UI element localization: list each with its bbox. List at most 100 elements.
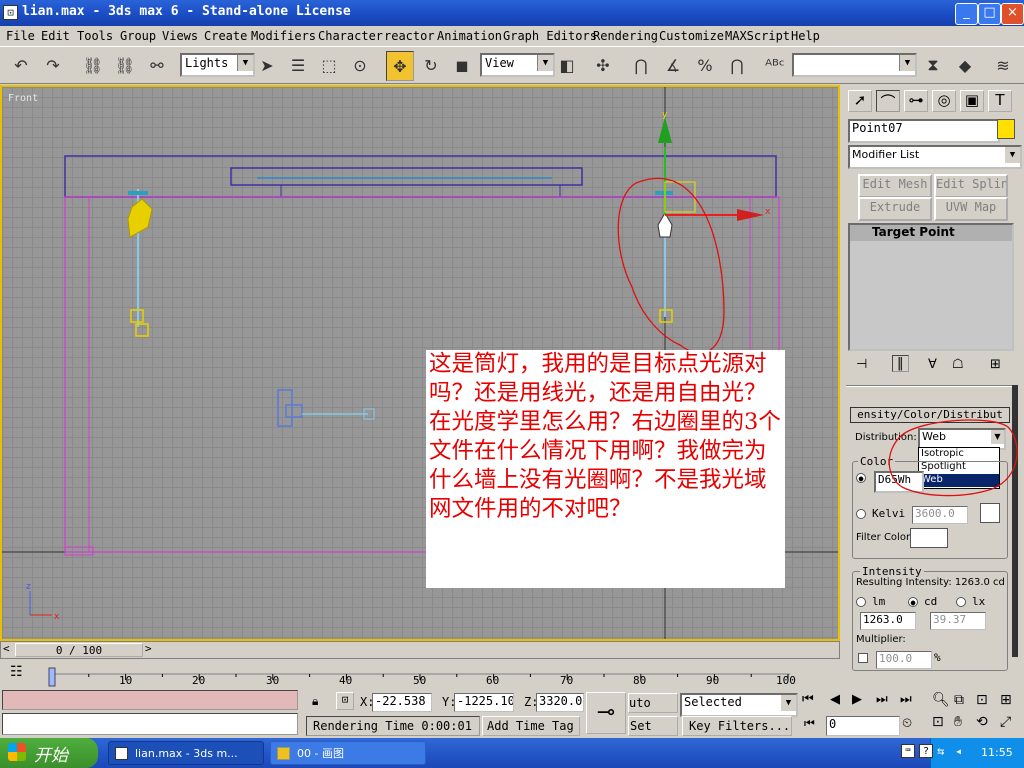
pin-stack-icon[interactable]: ⊣: [856, 357, 867, 372]
selection-filter-dropdown[interactable]: Lights ▼: [180, 53, 255, 77]
lx-radio[interactable]: [956, 597, 966, 607]
track-bar[interactable]: ☷ 0 10 20 30 40 50 60 70 80 90 100: [0, 660, 840, 688]
menu-customize[interactable]: Customize: [659, 29, 724, 43]
hierarchy-tab-icon[interactable]: ⊶: [904, 90, 928, 112]
window-crossing-icon[interactable]: ⊙: [347, 51, 373, 79]
percent-snap-icon[interactable]: %: [692, 51, 718, 79]
make-unique-icon[interactable]: ∀: [928, 357, 937, 372]
mirror-icon[interactable]: ⧗: [920, 51, 946, 79]
object-color-swatch[interactable]: [997, 119, 1015, 139]
modifier-stack[interactable]: Target Point: [848, 223, 1014, 351]
modify-tab-icon[interactable]: ⌒: [876, 90, 900, 112]
volume-icon[interactable]: ◂: [955, 744, 962, 758]
menu-graph-editors[interactable]: Graph Editors: [503, 29, 597, 43]
redo-icon[interactable]: ↷: [40, 51, 66, 79]
spinner-snap-icon[interactable]: ⋂: [724, 51, 750, 79]
display-tab-icon[interactable]: ▣: [960, 90, 984, 112]
menu-edit[interactable]: Edit: [41, 29, 70, 43]
select-link-icon[interactable]: ⛓: [80, 51, 106, 79]
named-selection-dropdown[interactable]: ▼: [792, 53, 917, 77]
menu-group[interactable]: Group: [120, 29, 156, 43]
time-config-icon[interactable]: ⏲: [902, 716, 912, 731]
remove-modifier-icon[interactable]: ☖: [952, 357, 964, 372]
key-filters-button[interactable]: Key Filters...: [682, 716, 792, 736]
lx-spinner[interactable]: 39.37: [930, 612, 986, 630]
go-to-start-icon[interactable]: ⏮: [802, 692, 814, 707]
arc-rotate-icon[interactable]: ⟲: [976, 714, 988, 730]
time-prev-icon[interactable]: <: [3, 642, 10, 655]
menu-tools[interactable]: Tools: [77, 29, 113, 43]
layer-manager-icon[interactable]: ≋: [990, 51, 1016, 79]
edit-spline-button[interactable]: Edit Spline: [934, 174, 1008, 198]
select-by-name-icon[interactable]: ☰: [285, 51, 311, 79]
unlink-icon[interactable]: ⛓: [112, 51, 138, 79]
menu-modifiers[interactable]: Modifiers: [251, 29, 316, 43]
time-slider[interactable]: < 0 / 100 >: [0, 641, 840, 659]
stack-item-target-point[interactable]: Target Point: [850, 225, 1012, 241]
current-frame-field[interactable]: 0: [826, 716, 900, 736]
maxscript-listener-top[interactable]: [2, 690, 298, 710]
zoom-all-icon[interactable]: ⧉: [954, 692, 964, 708]
menu-create[interactable]: Create: [204, 29, 247, 43]
task-paint[interactable]: 00 - 画图: [270, 741, 426, 765]
auto-key-button[interactable]: uto Key: [628, 693, 678, 713]
key-mode-dropdown[interactable]: Selected ▼: [680, 693, 798, 717]
y-coord-field[interactable]: -1225.10: [454, 693, 514, 712]
utilities-tab-icon[interactable]: T: [988, 90, 1012, 112]
menu-maxscript[interactable]: MAXScript: [725, 29, 790, 43]
go-to-end-icon[interactable]: ⏭: [900, 692, 912, 707]
edit-named-selection-icon[interactable]: ᴬᴮᶜ: [762, 51, 788, 79]
snap-toggle-icon[interactable]: ⋂: [628, 51, 654, 79]
angle-snap-icon[interactable]: ∡: [660, 51, 686, 79]
add-time-tag-button[interactable]: Add Time Tag: [482, 716, 580, 736]
menu-help[interactable]: Help: [791, 29, 820, 43]
move-icon[interactable]: ✥: [386, 51, 414, 81]
cd-radio[interactable]: ●: [908, 597, 918, 607]
undo-icon[interactable]: ↶: [8, 51, 34, 79]
help-icon[interactable]: ?: [919, 744, 933, 758]
uvw-map-button[interactable]: UVW Map: [934, 197, 1008, 221]
menu-file[interactable]: File: [6, 29, 35, 43]
menu-animation[interactable]: Animation: [437, 29, 502, 43]
clock[interactable]: 11:55: [981, 746, 1013, 759]
menu-rendering[interactable]: Rendering: [593, 29, 658, 43]
set-key-button[interactable]: Set Key: [628, 716, 678, 751]
key-mode-toggle-icon[interactable]: ⏮: [804, 716, 815, 731]
lock-icon[interactable]: 🔒︎: [312, 694, 318, 709]
maximize-viewport-icon[interactable]: ⤢: [1000, 714, 1011, 730]
maximize-button[interactable]: □: [978, 3, 1001, 25]
start-button[interactable]: 开始: [0, 738, 98, 768]
kelvin-color-swatch[interactable]: [980, 503, 1000, 523]
menu-character[interactable]: Character: [318, 29, 383, 43]
task-3dsmax[interactable]: lian.max - 3ds m...: [108, 741, 264, 765]
close-button[interactable]: ×: [1001, 3, 1024, 25]
x-coord-field[interactable]: -22.538: [372, 693, 432, 712]
zoom-extents-icon[interactable]: ⊡: [976, 692, 988, 708]
multiplier-spinner[interactable]: 100.0: [876, 651, 932, 669]
filter-color-swatch[interactable]: [910, 528, 948, 548]
prev-frame-icon[interactable]: ◀︎: [830, 692, 840, 707]
pan-icon[interactable]: ✋︎: [954, 714, 962, 730]
region-zoom-icon[interactable]: ⊡: [932, 714, 944, 730]
rotate-icon[interactable]: ↻: [418, 51, 444, 79]
next-frame-icon[interactable]: ⏭: [876, 692, 888, 707]
rect-selection-icon[interactable]: ⬚: [316, 51, 342, 79]
configure-sets-icon[interactable]: ⊞: [990, 357, 1001, 372]
ime-icon[interactable]: ⌨: [901, 744, 915, 758]
absolute-mode-icon[interactable]: ⊡: [336, 692, 354, 710]
zoom-extents-all-icon[interactable]: ⊞: [1000, 692, 1012, 708]
z-coord-field[interactable]: 3320.0: [536, 693, 584, 712]
key-icon[interactable]: ⊸: [586, 692, 626, 734]
manipulate-icon[interactable]: ✣: [590, 51, 616, 79]
time-next-icon[interactable]: >: [145, 642, 152, 655]
maxscript-listener-bottom[interactable]: [2, 713, 298, 735]
intensity-spinner[interactable]: 1263.0: [860, 612, 916, 630]
motion-tab-icon[interactable]: ◎: [932, 90, 956, 112]
select-object-icon[interactable]: ➤: [254, 51, 280, 79]
preset-radio[interactable]: ●: [856, 473, 866, 483]
lm-radio[interactable]: [856, 597, 866, 607]
play-icon[interactable]: ▶︎: [852, 692, 862, 707]
pivot-center-icon[interactable]: ◧: [554, 51, 580, 79]
create-tab-icon[interactable]: ➚: [848, 90, 872, 112]
object-name-field[interactable]: Point07: [848, 119, 1000, 143]
